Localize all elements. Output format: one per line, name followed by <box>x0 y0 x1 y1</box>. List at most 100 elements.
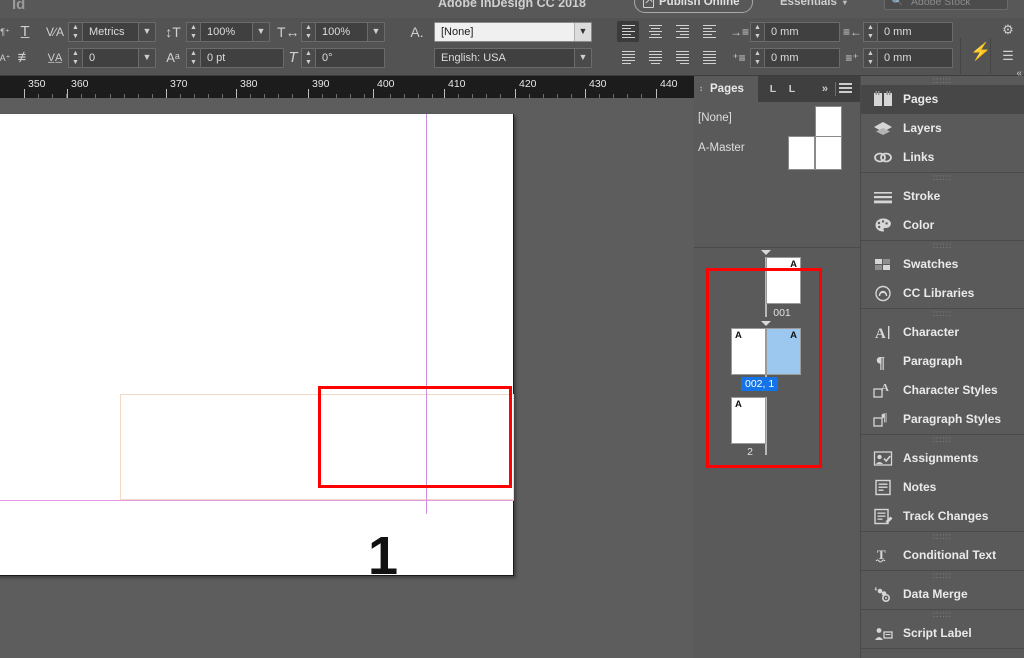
chevron-down-icon[interactable]: ▼ <box>574 23 591 41</box>
panel-menu-icon[interactable] <box>839 83 852 94</box>
dock-group-grip-icon[interactable]: :::::: <box>861 571 1024 580</box>
tab-pages[interactable]: ↕ Pages <box>694 76 758 102</box>
last-line-indent-stepper[interactable]: ▲ ▼ <box>863 48 877 68</box>
dock-item-pages[interactable]: Pages <box>861 85 1024 114</box>
ruler-label: 400 <box>377 78 395 90</box>
dock-group-grip-icon[interactable]: :::::: <box>861 241 1024 250</box>
horizontal-guide[interactable] <box>0 500 514 501</box>
tabbar-divider <box>835 82 836 96</box>
chevron-down-icon[interactable]: ▼ <box>367 23 384 41</box>
justify-all-button[interactable] <box>698 47 720 68</box>
baseline-shift-stepper[interactable]: ▲ ▼ <box>186 48 200 68</box>
tracking-stepper[interactable]: ▲ ▼ <box>68 48 82 68</box>
dock-group-grip-icon[interactable]: :::::: <box>861 610 1024 619</box>
dock-item-conditional-text[interactable]: T Conditional Text <box>861 541 1024 570</box>
chevron-down-icon[interactable]: ▼ <box>574 49 591 67</box>
kerning-icon[interactable]: V∕A <box>44 20 66 44</box>
dock-group-6: :::::: Data Merge <box>861 571 1024 610</box>
dock-group-grip-icon[interactable]: :::::: <box>861 532 1024 541</box>
dock-group-grip-icon[interactable]: :::::: <box>861 76 1024 85</box>
ruler-label: 390 <box>312 78 330 90</box>
document-page[interactable]: 1 <box>0 114 514 583</box>
page-number-text[interactable]: 1 <box>368 529 398 583</box>
layers-icon <box>873 119 893 138</box>
dock-item-links[interactable]: Links <box>861 143 1024 172</box>
dock-group-grip-icon[interactable]: :::::: <box>861 309 1024 318</box>
chevron-down-icon[interactable]: ▼ <box>252 23 269 41</box>
dock-group-grip-icon[interactable]: :::::: <box>861 173 1024 182</box>
first-line-indent-field[interactable]: 0 mm <box>764 48 840 68</box>
language-field[interactable]: English: USA ▼ <box>434 48 592 68</box>
left-indent-stepper[interactable]: ▲ ▼ <box>750 22 764 42</box>
dock-item-color[interactable]: Color <box>861 211 1024 240</box>
dock-item-data-merge[interactable]: Data Merge <box>861 580 1024 609</box>
right-indent-stepper[interactable]: ▲ ▼ <box>863 22 877 42</box>
svg-text:A: A <box>875 326 886 341</box>
horizontal-ruler[interactable]: 350 360 370 380 390 400 410 420 430 440 <box>0 76 694 98</box>
dock-item-layers[interactable]: Layers <box>861 114 1024 143</box>
tracking-icon[interactable]: V̲A̲ <box>44 46 66 70</box>
tracking-field[interactable]: 0 ▼ <box>82 48 156 68</box>
first-line-indent-stepper[interactable]: ▲ ▼ <box>750 48 764 68</box>
dock-item-cc-libraries[interactable]: CC Libraries <box>861 279 1024 308</box>
quick-apply-lightning-icon[interactable]: ⚡ <box>970 40 991 64</box>
align-left-button[interactable] <box>617 21 639 42</box>
dock-item-character[interactable]: A Character <box>861 318 1024 347</box>
skew-stepper[interactable]: ▲ ▼ <box>301 48 315 68</box>
last-line-indent-field[interactable]: 0 mm <box>877 48 953 68</box>
vertical-scale-stepper[interactable]: ▲ ▼ <box>186 22 200 42</box>
dock-item-notes[interactable]: Notes <box>861 473 1024 502</box>
paragraph-mode-icon[interactable]: ¶⁺ <box>0 20 14 44</box>
dock-item-track-changes[interactable]: Track Changes <box>861 502 1024 531</box>
document-canvas[interactable]: 1 <box>0 98 694 658</box>
chevron-down-icon: ▾ <box>842 0 847 7</box>
vertical-scale-icon[interactable]: ↕T <box>162 20 184 44</box>
justify-right-button[interactable] <box>671 47 693 68</box>
align-right-button[interactable] <box>671 21 693 42</box>
justify-left-button[interactable] <box>617 47 639 68</box>
kerning-field[interactable]: Metrics ▼ <box>82 22 156 42</box>
hamburger-menu-icon[interactable]: ☰ <box>1000 44 1016 68</box>
paragraph-style-field[interactable]: [None] ▼ <box>434 22 592 42</box>
dock-item-stroke[interactable]: Stroke <box>861 182 1024 211</box>
align-toward-spine-button[interactable] <box>698 21 720 42</box>
dock-item-paragraph[interactable]: ¶ Paragraph <box>861 347 1024 376</box>
dock-item-swatches[interactable]: Swatches <box>861 250 1024 279</box>
spread-caret-icon[interactable] <box>761 250 771 255</box>
kerning-stepper[interactable]: ▲ ▼ <box>68 22 82 42</box>
chevron-down-icon[interactable]: ▼ <box>138 23 155 41</box>
page-size-icon-left[interactable]: L <box>766 76 780 102</box>
baseline-shift-icon[interactable]: Aᵃ <box>162 46 184 70</box>
expand-panels-icon[interactable]: » <box>822 76 828 102</box>
page-size-icon-right[interactable]: L <box>785 76 799 102</box>
adobe-stock-search[interactable]: 🔍 Adobe Stock <box>884 0 1008 10</box>
master-thumbnail[interactable] <box>815 106 842 140</box>
publish-online-button[interactable]: Publish Online <box>634 0 753 13</box>
right-indent-field[interactable]: 0 mm <box>877 22 953 42</box>
align-center-button[interactable] <box>644 21 666 42</box>
left-indent-field[interactable]: 0 mm <box>764 22 840 42</box>
horizontal-scale-icon[interactable]: T↔ <box>277 20 300 44</box>
horizontal-scale-stepper[interactable]: ▲ ▼ <box>301 22 315 42</box>
strikethrough-icon[interactable]: ≢ <box>16 46 34 70</box>
justify-center-button[interactable] <box>644 47 666 68</box>
dock-item-paragraph-styles[interactable]: ¶ Paragraph Styles <box>861 405 1024 434</box>
master-thumbnail-left[interactable] <box>788 136 815 170</box>
vertical-scale-field[interactable]: 100% ▼ <box>200 22 270 42</box>
baseline-shift-field[interactable]: 0 pt <box>200 48 284 68</box>
dock-group-grip-icon[interactable]: :::::: <box>861 435 1024 444</box>
master-thumbnail-right[interactable] <box>815 136 842 170</box>
text-frame-icon[interactable]: T̲ <box>16 20 34 44</box>
gear-icon[interactable]: ⚙ <box>1000 18 1016 42</box>
dock-item-assignments[interactable]: Assignments <box>861 444 1024 473</box>
master-pages-list[interactable]: [None] A-Master <box>694 102 860 248</box>
master-row-none[interactable]: [None] <box>694 106 860 140</box>
dock-item-script-label[interactable]: Script Label <box>861 619 1024 648</box>
master-row-a-master[interactable]: A-Master <box>694 136 860 170</box>
skew-field[interactable]: 0° <box>315 48 385 68</box>
chevron-down-icon[interactable]: ▼ <box>138 49 155 67</box>
character-mode-icon[interactable]: A⁺ <box>0 46 14 70</box>
horizontal-scale-field[interactable]: 100% ▼ <box>315 22 385 42</box>
workspace-switcher[interactable]: Essentials ▾ <box>780 0 847 12</box>
dock-item-character-styles[interactable]: A Character Styles <box>861 376 1024 405</box>
